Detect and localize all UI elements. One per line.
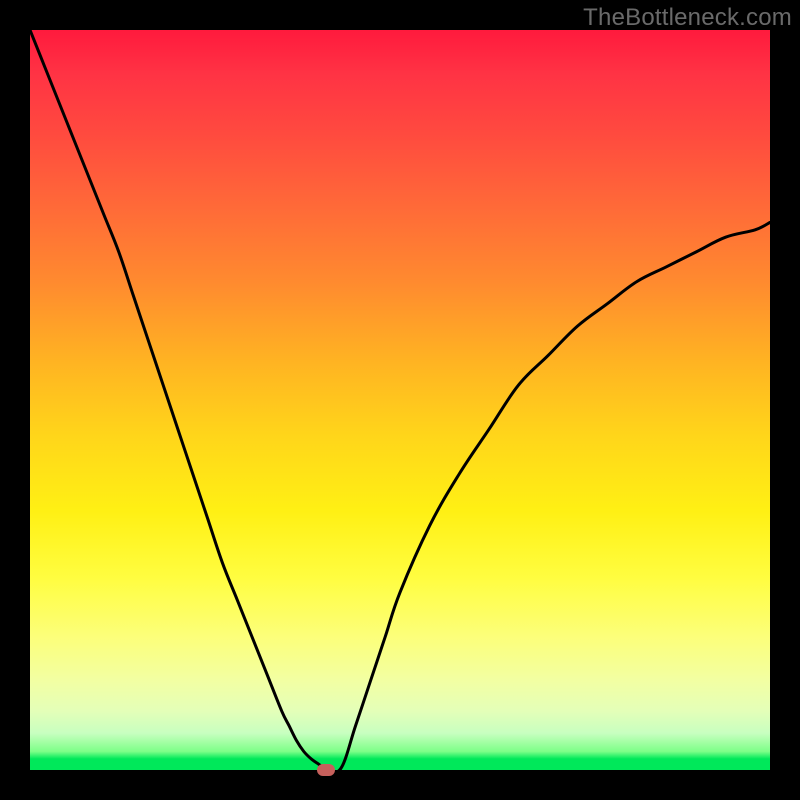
plot-area — [30, 30, 770, 770]
watermark-text: TheBottleneck.com — [583, 4, 792, 32]
bottleneck-curve — [30, 30, 770, 770]
chart-frame: TheBottleneck.com — [0, 0, 800, 800]
minimum-marker — [317, 764, 335, 776]
